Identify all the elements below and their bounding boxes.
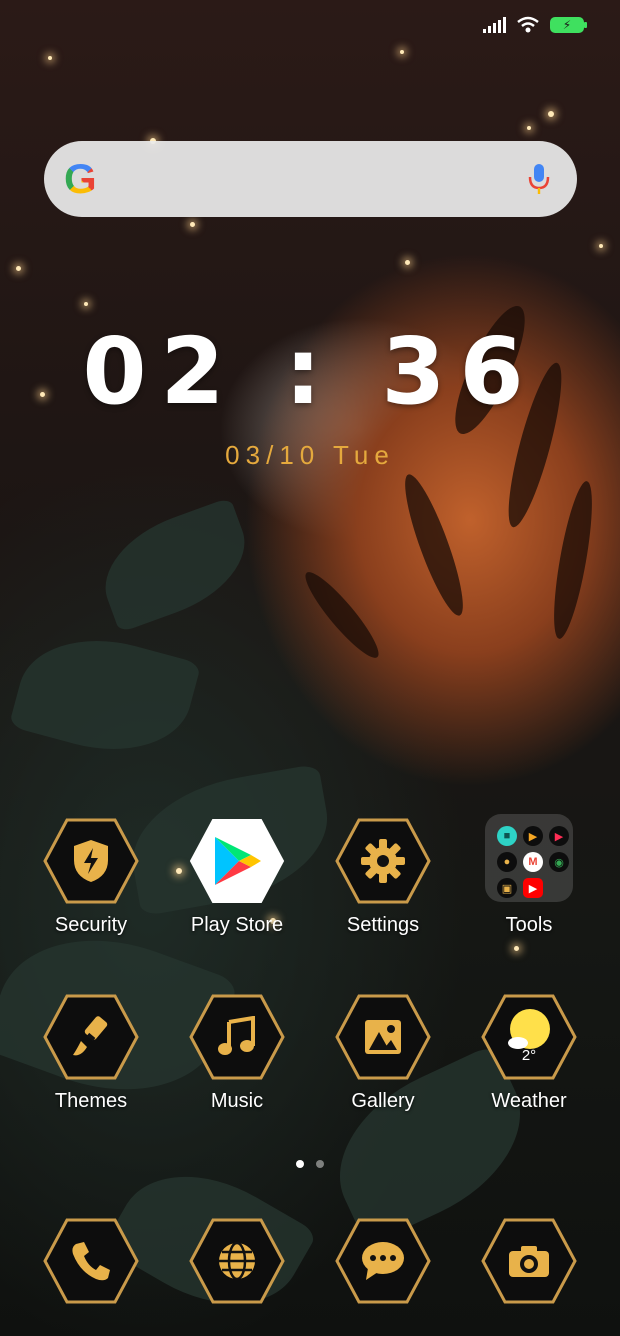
dock-browser[interactable] [164, 1218, 310, 1304]
app-mini-icon: ▶ [549, 826, 569, 846]
hex-frame [43, 1218, 139, 1304]
app-mini-icon: ■ [497, 826, 517, 846]
play-store-icon [215, 837, 261, 885]
microphone-icon[interactable] [527, 162, 551, 196]
app-music[interactable]: Music [164, 994, 310, 1113]
app-themes[interactable]: Themes [18, 994, 164, 1113]
app-label: Themes [54, 1090, 128, 1112]
app-label: Tools [505, 914, 553, 936]
app-gallery[interactable]: Gallery [310, 994, 456, 1113]
hex-frame [189, 818, 285, 904]
hex-frame [189, 1218, 285, 1304]
app-mini-icon: ▶ [523, 826, 543, 846]
hex-frame [43, 818, 139, 904]
app-label: Gallery [351, 1090, 415, 1112]
battery-charging-icon: ⚡ [550, 17, 587, 33]
app-mini-icon: ▶ [523, 878, 543, 898]
app-label: Settings [346, 914, 420, 936]
page-dot[interactable] [316, 1160, 324, 1168]
image-icon [365, 1020, 401, 1054]
clock-time[interactable]: 02 : 36 [0, 318, 620, 425]
app-mini-icon: M [523, 852, 543, 872]
status-bar: ⚡ [483, 16, 587, 34]
app-mini-icon: ◉ [549, 852, 569, 872]
app-label: Play Store [190, 914, 284, 936]
app-security[interactable]: Security [18, 818, 164, 937]
app-label: Security [54, 914, 128, 936]
camera-icon [509, 1246, 549, 1277]
paintbrush-icon [73, 1016, 108, 1056]
clock-date[interactable]: 03/10 Tue [0, 440, 620, 471]
app-settings[interactable]: Settings [310, 818, 456, 937]
page-indicator [0, 1160, 620, 1168]
gear-icon [361, 839, 405, 883]
globe-icon [219, 1241, 255, 1281]
app-weather[interactable]: 2° Weather [456, 994, 602, 1113]
signal-bars-icon [483, 17, 506, 33]
hex-frame: 2° [481, 994, 577, 1080]
chat-bubble-icon [362, 1242, 404, 1280]
app-label: Weather [491, 1090, 567, 1112]
dock-phone[interactable] [18, 1218, 164, 1304]
music-note-icon [218, 1016, 255, 1055]
hex-frame [335, 994, 431, 1080]
hex-frame [189, 994, 285, 1080]
google-logo-icon: G [64, 155, 97, 202]
folder-icon: ■ ▶ ▶ ● M ◉ ▣ ▶ [485, 814, 573, 902]
phone-icon [72, 1242, 110, 1281]
google-search-bar[interactable]: G [44, 141, 577, 217]
hex-frame [335, 1218, 431, 1304]
dock-camera[interactable] [456, 1218, 602, 1304]
app-mini-icon: ● [497, 852, 517, 872]
app-folder-tools[interactable]: ■ ▶ ▶ ● M ◉ ▣ ▶ Tools [456, 814, 602, 937]
dock-messages[interactable] [310, 1218, 456, 1304]
app-label: Music [210, 1090, 264, 1112]
hex-frame [335, 818, 431, 904]
app-play-store[interactable]: Play Store [164, 818, 310, 937]
shield-bolt-icon [74, 840, 108, 882]
wifi-icon [517, 16, 539, 33]
page-dot-active[interactable] [296, 1160, 304, 1168]
weather-temp: 2° [521, 1047, 537, 1064]
hex-frame [481, 1218, 577, 1304]
app-mini-icon: ▣ [497, 878, 517, 898]
hex-frame [43, 994, 139, 1080]
